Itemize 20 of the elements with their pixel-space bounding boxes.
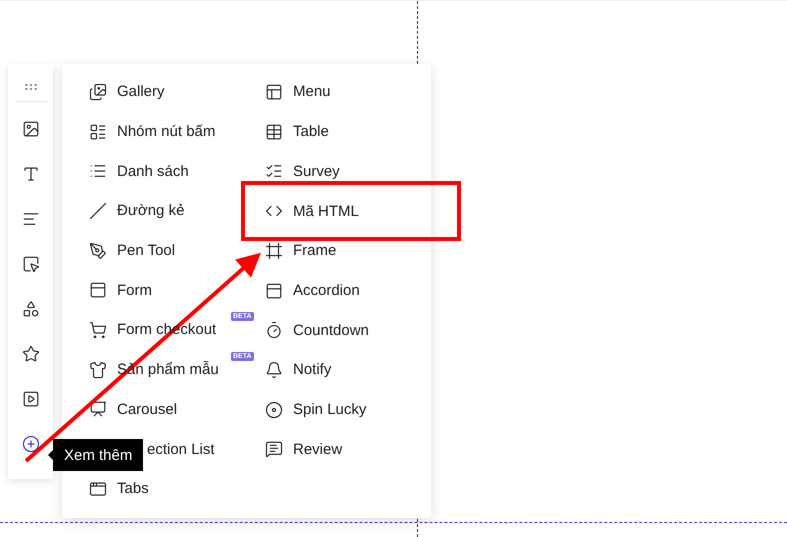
- menu-label: Frame: [293, 242, 336, 260]
- menu-label: Mã HTML: [293, 202, 359, 220]
- menu-label: Review: [293, 440, 342, 458]
- menu-label: Đường kẻ: [117, 202, 184, 220]
- menu-label: Survey: [293, 162, 340, 180]
- menu-label: Notify: [293, 361, 332, 378]
- menu-label: Countdown: [293, 322, 369, 339]
- menu-label: ection List: [147, 440, 215, 458]
- tooltip: Xem thêm: [53, 439, 144, 471]
- menu-label: Menu: [293, 83, 331, 100]
- menu-label: Tabs: [117, 480, 149, 498]
- menu-label: Nhóm nút bấm: [117, 123, 216, 140]
- menu-label: Gallery: [117, 83, 165, 100]
- menu-label: Carousel: [117, 400, 178, 418]
- menu-label: Pen Tool: [117, 242, 176, 260]
- menu-label: Form: [117, 282, 152, 299]
- menu-label: Danh sách: [117, 162, 189, 180]
- menu-label: Accordion: [293, 282, 360, 300]
- menu-label: Spin Lucky: [293, 401, 366, 418]
- menu-label: Table: [293, 123, 329, 140]
